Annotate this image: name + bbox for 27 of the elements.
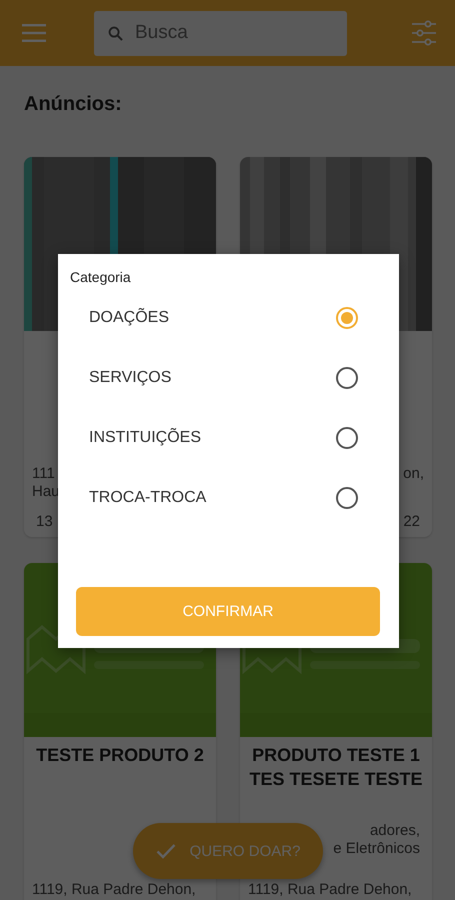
category-option[interactable]: DOAÇÕES (58, 288, 399, 348)
date-text: 22 (402, 513, 421, 531)
address-text: Hau (32, 483, 60, 501)
radio-button[interactable] (336, 307, 358, 329)
option-label: TROCA-TROCA (89, 489, 206, 507)
listing-title: TESTE PRODUTO 2 (35, 744, 205, 767)
check-icon (156, 843, 176, 859)
search-icon (108, 26, 123, 40)
address-text: 1119, Rua Padre Dehon, (31, 881, 196, 899)
section-title: Anúncios: (24, 92, 122, 117)
address-text: 111 (32, 465, 55, 483)
listing-title: PRODUTO TESTE 1 TES TESETE TESTE (248, 744, 424, 791)
radio-button[interactable] (336, 427, 358, 449)
category-text: adores, (370, 822, 420, 840)
category-option[interactable]: TROCA-TROCA (58, 468, 399, 528)
option-label: DOAÇÕES (89, 309, 170, 327)
radio-button[interactable] (336, 367, 358, 389)
date-text: 13 (35, 513, 54, 531)
address-text: on, (403, 465, 424, 483)
category-text: e Eletrônicos (333, 840, 420, 858)
radio-button[interactable] (336, 487, 358, 509)
address-text: 1119, Rua Padre Dehon, (247, 881, 412, 899)
option-label: SERVIÇOS (89, 369, 172, 387)
option-label: INSTITUIÇÕES (89, 429, 202, 447)
dialog-title: Categoria (70, 268, 131, 286)
category-option[interactable]: INSTITUIÇÕES (58, 408, 399, 468)
category-option[interactable]: SERVIÇOS (58, 348, 399, 408)
